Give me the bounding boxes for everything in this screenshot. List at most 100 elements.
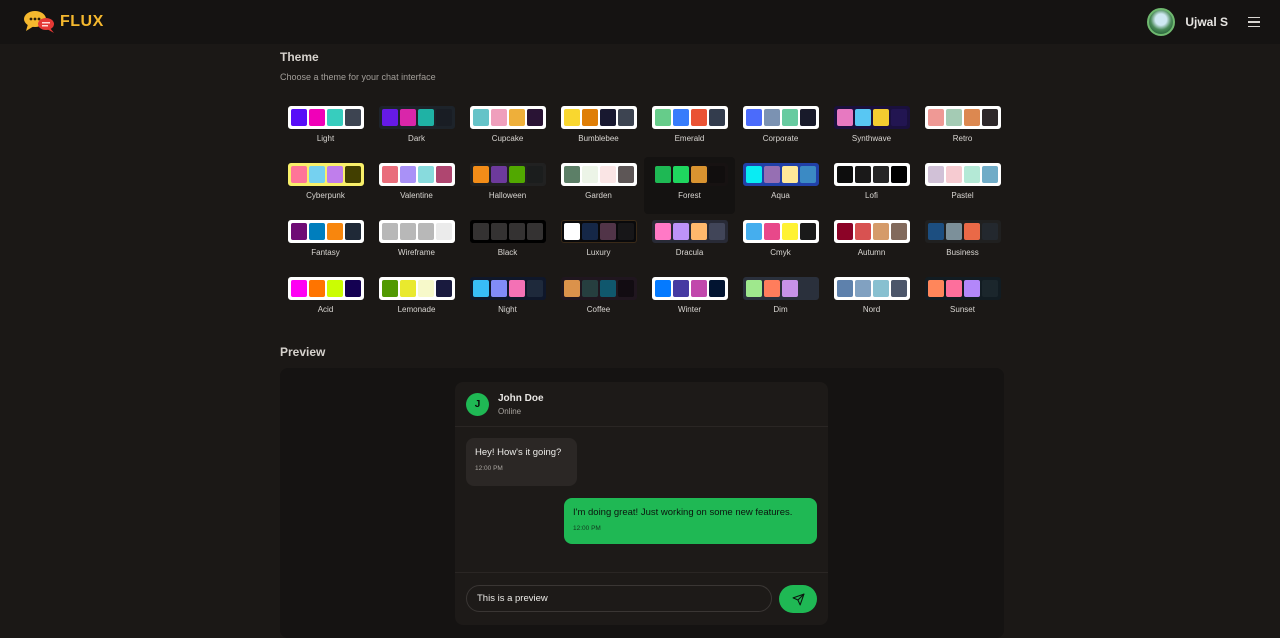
theme-swatch (287, 106, 364, 129)
user-name[interactable]: Ujwal S (1185, 15, 1228, 29)
theme-option-fantasy[interactable]: Fantasy (280, 214, 371, 271)
color-chip (617, 109, 634, 126)
color-chip (763, 223, 780, 240)
send-button[interactable] (779, 585, 817, 613)
color-chip (854, 166, 871, 183)
theme-option-autumn[interactable]: Autumn (826, 214, 917, 271)
theme-option-sunset[interactable]: Sunset (917, 271, 1008, 328)
color-chip (308, 280, 325, 297)
theme-option-valentine[interactable]: Valentine (371, 157, 462, 214)
theme-swatch (651, 106, 728, 129)
theme-label: Retro (952, 134, 973, 143)
theme-option-acid[interactable]: Acid (280, 271, 371, 328)
color-chip (654, 166, 671, 183)
theme-option-night[interactable]: Night (462, 271, 553, 328)
color-chip (854, 109, 871, 126)
color-chip (963, 166, 980, 183)
color-chip (290, 109, 307, 126)
user-avatar[interactable] (1147, 8, 1176, 36)
color-chip (399, 223, 416, 240)
color-chip (690, 223, 707, 240)
theme-section-title: Theme (280, 50, 319, 64)
outgoing-message: I'm doing great! Just working on some ne… (564, 498, 817, 544)
theme-option-luxury[interactable]: Luxury (553, 214, 644, 271)
color-chip (417, 166, 434, 183)
outgoing-message-text: I'm doing great! Just working on some ne… (573, 507, 793, 518)
theme-option-cyberpunk[interactable]: Cyberpunk (280, 157, 371, 214)
theme-option-aqua[interactable]: Aqua (735, 157, 826, 214)
color-chip (563, 280, 580, 297)
theme-option-business[interactable]: Business (917, 214, 1008, 271)
color-chip (326, 109, 343, 126)
color-chip (326, 280, 343, 297)
color-chip (599, 109, 616, 126)
theme-option-halloween[interactable]: Halloween (462, 157, 553, 214)
color-chip (563, 223, 580, 240)
theme-option-emerald[interactable]: Emerald (644, 100, 735, 157)
theme-swatch (742, 163, 819, 186)
color-chip (563, 166, 580, 183)
color-chip (963, 280, 980, 297)
theme-option-synthwave[interactable]: Synthwave (826, 100, 917, 157)
color-chip (344, 280, 361, 297)
color-chip (836, 280, 853, 297)
theme-label: Lofi (865, 191, 878, 200)
theme-label: Night (498, 305, 517, 314)
theme-option-lemonade[interactable]: Lemonade (371, 271, 462, 328)
color-chip (872, 223, 889, 240)
hamburger-menu-icon[interactable] (1248, 16, 1260, 28)
color-chip (872, 280, 889, 297)
color-chip (763, 166, 780, 183)
color-chip (672, 223, 689, 240)
theme-option-nord[interactable]: Nord (826, 271, 917, 328)
color-chip (981, 166, 998, 183)
theme-option-light[interactable]: Light (280, 100, 371, 157)
theme-option-retro[interactable]: Retro (917, 100, 1008, 157)
theme-label: Coffee (586, 305, 611, 314)
theme-label: Aqua (771, 191, 790, 200)
theme-option-coffee[interactable]: Coffee (553, 271, 644, 328)
theme-option-cupcake[interactable]: Cupcake (462, 100, 553, 157)
theme-label: Dark (408, 134, 425, 143)
theme-option-forest[interactable]: Forest (644, 157, 735, 214)
color-chip (581, 109, 598, 126)
color-chip (799, 223, 816, 240)
color-chip (836, 166, 853, 183)
color-chip (508, 280, 525, 297)
theme-option-black[interactable]: Black (462, 214, 553, 271)
theme-option-dracula[interactable]: Dracula (644, 214, 735, 271)
theme-swatch (742, 106, 819, 129)
message-input[interactable] (466, 585, 772, 612)
theme-label: Valentine (400, 191, 433, 200)
color-chip (890, 166, 907, 183)
theme-label: Sunset (950, 305, 975, 314)
theme-option-winter[interactable]: Winter (644, 271, 735, 328)
color-chip (344, 109, 361, 126)
send-icon (792, 593, 804, 605)
color-chip (435, 280, 452, 297)
color-chip (945, 280, 962, 297)
theme-option-wireframe[interactable]: Wireframe (371, 214, 462, 271)
theme-label: Cyberpunk (306, 191, 345, 200)
theme-option-cmyk[interactable]: Cmyk (735, 214, 826, 271)
theme-option-dim[interactable]: Dim (735, 271, 826, 328)
color-chip (381, 166, 398, 183)
theme-swatch (378, 277, 455, 300)
color-chip (381, 223, 398, 240)
color-chip (417, 109, 434, 126)
theme-option-dark[interactable]: Dark (371, 100, 462, 157)
contact-name: John Doe (498, 392, 544, 404)
brand-logo[interactable]: FLUX (22, 9, 104, 35)
theme-option-lofi[interactable]: Lofi (826, 157, 917, 214)
color-chip (963, 109, 980, 126)
color-chip (781, 166, 798, 183)
theme-option-pastel[interactable]: Pastel (917, 157, 1008, 214)
outgoing-message-time: 12:00 PM (573, 525, 601, 532)
theme-option-corporate[interactable]: Corporate (735, 100, 826, 157)
color-chip (290, 280, 307, 297)
color-chip (654, 280, 671, 297)
theme-option-garden[interactable]: Garden (553, 157, 644, 214)
color-chip (781, 223, 798, 240)
theme-option-bumblebee[interactable]: Bumblebee (553, 100, 644, 157)
color-chip (781, 280, 798, 297)
